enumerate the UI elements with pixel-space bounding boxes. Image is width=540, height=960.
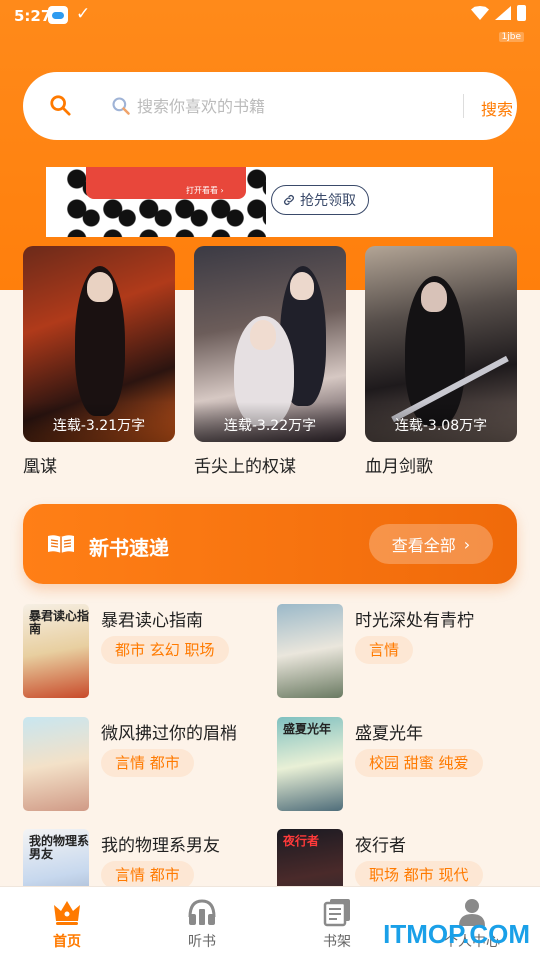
book-name[interactable]: 时光深处有青柠: [355, 606, 474, 631]
book-thumbnail[interactable]: [277, 604, 343, 698]
cover-title-text: 我的物理系男友: [29, 834, 89, 861]
book-name[interactable]: 微风拂过你的眉梢: [101, 719, 237, 744]
cover-title-text: 暴君读心指南: [29, 609, 89, 636]
ad-red-text: 打开看看 ›: [186, 186, 224, 195]
new-books-banner: 新书速递 查看全部 ›: [23, 504, 517, 584]
crown-home-icon: [54, 901, 80, 925]
cover-face: [87, 272, 113, 302]
cover-title-text: 盛夏光年: [283, 722, 332, 736]
download-done-icon: ✓: [76, 4, 91, 24]
status-time: 5:27: [14, 7, 52, 25]
featured-book[interactable]: 连载-3.21万字 凰谋: [23, 246, 175, 477]
book-name[interactable]: 我的物理系男友: [101, 831, 220, 856]
battery-icon: [517, 5, 526, 21]
site-watermark: ITMOP.COM: [383, 919, 530, 949]
search-divider: [463, 94, 464, 118]
book-name[interactable]: 暴君读心指南: [101, 606, 203, 631]
ad-red-card: 打开看看 ›: [86, 167, 246, 199]
status-indicators: [471, 5, 526, 21]
headphones-icon: [188, 899, 216, 925]
ad-cta-label: 抢先领取: [300, 193, 356, 209]
tab-label: 首页: [53, 934, 81, 950]
signal-icon: [495, 6, 511, 20]
cover-face: [290, 272, 314, 300]
book-thumbnail[interactable]: 暴君读心指南: [23, 604, 89, 698]
link-icon: [284, 195, 294, 205]
book-title[interactable]: 血月剑歌: [365, 452, 517, 477]
book-tags: 言情 都市: [101, 861, 194, 889]
view-all-label: 查看全部: [391, 536, 456, 555]
corner-tag: 1jbe: [498, 32, 524, 42]
search-button[interactable]: 搜索: [481, 96, 513, 120]
book-status-badge: 连载-3.21万字: [23, 402, 175, 442]
wifi-icon: [471, 6, 489, 20]
open-book-icon: [48, 535, 74, 553]
search-icon[interactable]: [49, 94, 71, 116]
tab-bookshelf[interactable]: 书架: [287, 897, 387, 951]
book-tags: 校园 甜蜜 纯爱: [355, 749, 483, 777]
ad-cta-button[interactable]: 抢先领取: [271, 185, 369, 215]
status-bar: 5:27 ✓: [0, 0, 540, 32]
book-status-badge: 连载-3.22万字: [194, 402, 346, 442]
list-item[interactable]: 盛夏光年 盛夏光年 校园 甜蜜 纯爱: [277, 717, 517, 813]
book-title[interactable]: 舌尖上的权谋: [194, 452, 346, 477]
cover-face: [421, 282, 447, 312]
tab-label: 书架: [323, 934, 351, 950]
book-title[interactable]: 凰谋: [23, 452, 175, 477]
book-cover[interactable]: 连载-3.22万字: [194, 246, 346, 442]
book-tags: 都市 玄幻 职场: [101, 636, 229, 664]
bottom-nav: 首页 听书 书架 个人中心 ITMOP.COM: [0, 886, 540, 960]
list-item[interactable]: 暴君读心指南 暴君读心指南 都市 玄幻 职场: [23, 604, 263, 700]
book-cover[interactable]: 连载-3.08万字: [365, 246, 517, 442]
search-input[interactable]: [137, 96, 437, 116]
tab-label: 听书: [188, 934, 216, 950]
bookshelf-icon: [323, 899, 350, 927]
book-thumbnail[interactable]: [23, 717, 89, 811]
book-status-badge: 连载-3.08万字: [365, 402, 517, 442]
search-hint-icon: [112, 97, 130, 115]
ad-banner[interactable]: 打开看看 › 抢先领取: [46, 167, 493, 237]
list-item[interactable]: 微风拂过你的眉梢 言情 都市: [23, 717, 263, 813]
book-tags: 职场 都市 现代: [355, 861, 483, 889]
book-name[interactable]: 盛夏光年: [355, 719, 423, 744]
book-tags: 言情: [355, 636, 414, 664]
tab-listen[interactable]: 听书: [152, 897, 252, 951]
section-title: 新书速递: [89, 536, 169, 560]
book-tags: 言情 都市: [101, 749, 194, 777]
cover-face: [250, 320, 276, 350]
book-cover[interactable]: 连载-3.21万字: [23, 246, 175, 442]
cover-title-text: 夜行者: [283, 834, 320, 848]
featured-books: 连载-3.21万字 凰谋 连载-3.22万字 舌尖上的权谋 连载-3.08万字 …: [23, 246, 517, 477]
featured-book[interactable]: 连载-3.08万字 血月剑歌: [365, 246, 517, 477]
list-item[interactable]: 时光深处有青柠 言情: [277, 604, 517, 700]
featured-book[interactable]: 连载-3.22万字 舌尖上的权谋: [194, 246, 346, 477]
book-thumbnail[interactable]: 盛夏光年: [277, 717, 343, 811]
tab-home[interactable]: 首页: [17, 897, 117, 951]
book-name[interactable]: 夜行者: [355, 831, 406, 856]
view-all-button[interactable]: 查看全部 ›: [369, 524, 493, 564]
cloud-app-icon: [48, 6, 68, 24]
search-bar[interactable]: 搜索: [23, 72, 517, 140]
search-field[interactable]: [111, 90, 451, 122]
chevron-right-icon: ›: [463, 534, 471, 554]
